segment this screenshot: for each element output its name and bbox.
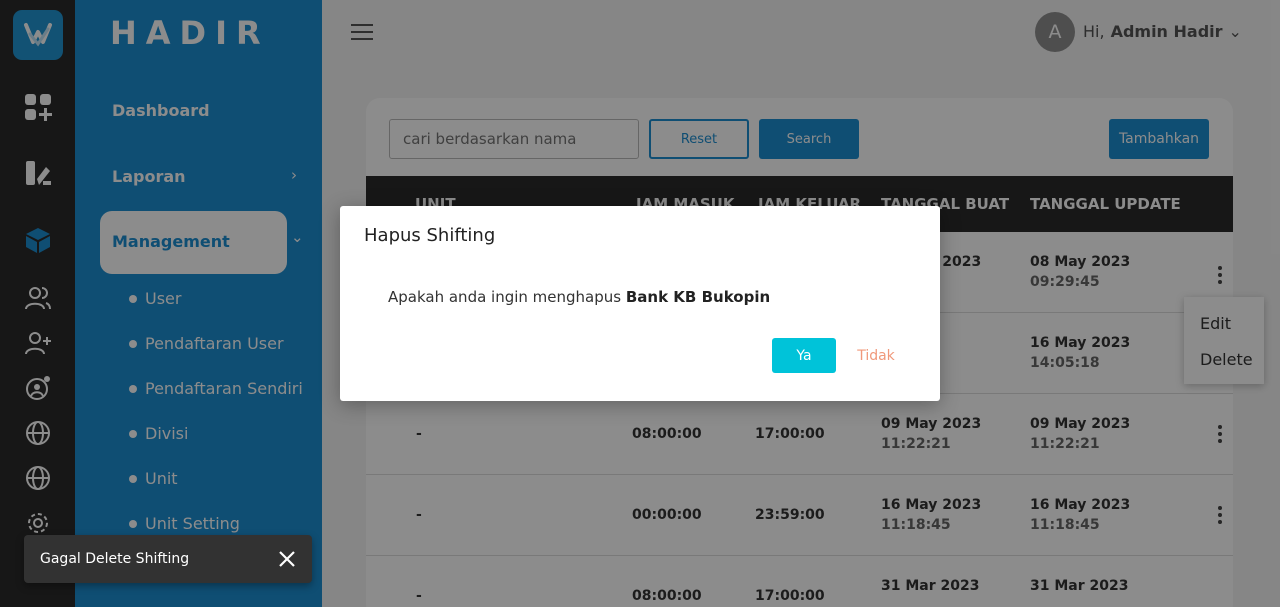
confirm-yes-button[interactable]: Ya xyxy=(772,338,836,373)
error-toast: Gagal Delete Shifting xyxy=(24,535,312,583)
toast-message: Gagal Delete Shifting xyxy=(40,551,190,567)
close-icon[interactable] xyxy=(278,550,296,568)
delete-confirm-dialog: Hapus Shifting Apakah anda ingin menghap… xyxy=(340,206,940,401)
confirm-no-button[interactable]: Tidak xyxy=(848,338,904,373)
dialog-target-name: Bank KB Bukopin xyxy=(625,288,771,306)
dialog-message: Apakah anda ingin menghapus Bank KB Buko… xyxy=(388,288,770,306)
dialog-title: Hapus Shifting xyxy=(364,225,496,246)
dialog-message-text: Apakah anda ingin menghapus xyxy=(388,288,622,306)
